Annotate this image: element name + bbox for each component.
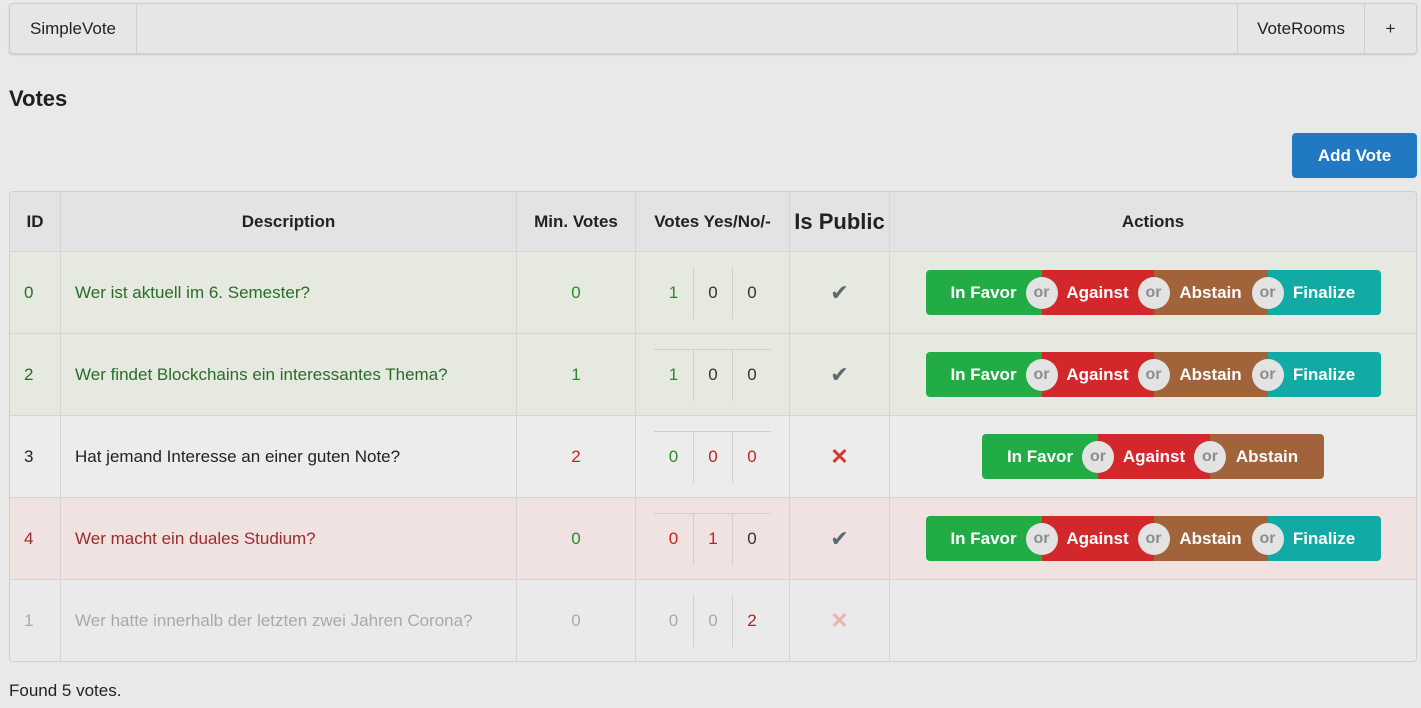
or-label: or [1194, 440, 1226, 473]
votes-abstain: 0 [732, 513, 771, 565]
header-id[interactable]: ID [10, 192, 60, 251]
row-public: ✔ [789, 252, 889, 333]
row-actions: In Favor or Against or Abstain or Finali… [889, 252, 1416, 333]
votes-no: 0 [693, 349, 732, 401]
cross-icon: ✕ [830, 443, 849, 469]
votes-yes: 0 [668, 529, 679, 548]
or-label: or [1251, 276, 1284, 309]
cross-icon: ✕ [830, 607, 849, 633]
check-icon: ✔ [830, 361, 849, 387]
table-row: 1 Wer hatte innerhalb der letzten zwei J… [10, 579, 1416, 661]
against-button[interactable]: Against [1041, 270, 1154, 315]
row-min-votes: 2 [516, 416, 635, 497]
or-label: or [1137, 522, 1170, 555]
table-header: ID Description Min. Votes Votes Yes/No/-… [10, 192, 1416, 251]
votes-table: ID Description Min. Votes Votes Yes/No/-… [9, 191, 1417, 662]
top-menu: SimpleVote VoteRooms + [9, 3, 1417, 54]
header-actions: Actions [889, 192, 1416, 251]
row-votes: 0 1 0 [635, 498, 789, 579]
row-public: ✕ [789, 416, 889, 497]
or-label: or [1137, 276, 1170, 309]
row-votes: 0 0 0 [635, 416, 789, 497]
abstain-button[interactable]: Abstain [1153, 516, 1268, 561]
voterooms-link[interactable]: VoteRooms [1237, 4, 1364, 53]
abstain-button[interactable]: Abstain [1153, 352, 1268, 397]
row-min-votes: 0 [516, 252, 635, 333]
row-public: ✔ [789, 498, 889, 579]
row-public: ✕ [789, 580, 889, 661]
votes-yes: 0 [668, 447, 679, 466]
votes-abstain: 2 [732, 594, 771, 647]
finalize-button[interactable]: Finalize [1267, 516, 1381, 561]
menu-spacer [137, 4, 1237, 53]
or-label: or [1251, 522, 1284, 555]
in-favor-button[interactable]: In Favor [925, 270, 1042, 315]
against-button[interactable]: Against [1041, 352, 1154, 397]
finalize-button[interactable]: Finalize [1267, 270, 1381, 315]
row-description: Wer findet Blockchains ein interessantes… [60, 334, 516, 415]
votes-yes: 0 [668, 610, 679, 630]
finalize-button[interactable]: Finalize [1267, 352, 1381, 397]
table-row: 2 Wer findet Blockchains ein interessant… [10, 333, 1416, 415]
row-actions [889, 580, 1416, 661]
table-row: 4 Wer macht ein duales Studium? 0 0 1 0 … [10, 497, 1416, 579]
add-vote-button[interactable]: Add Vote [1292, 133, 1417, 178]
row-public: ✔ [789, 334, 889, 415]
against-button[interactable]: Against [1041, 516, 1154, 561]
check-icon: ✔ [830, 525, 849, 551]
row-description: Wer macht ein duales Studium? [60, 498, 516, 579]
table-row: 0 Wer ist aktuell im 6. Semester? 0 1 0 … [10, 251, 1416, 333]
brand-link[interactable]: SimpleVote [10, 4, 137, 53]
in-favor-button[interactable]: In Favor [982, 434, 1098, 479]
row-min-votes: 0 [516, 580, 635, 661]
votes-no: 0 [693, 266, 732, 319]
row-votes: 1 0 0 [635, 252, 789, 333]
row-votes: 0 0 2 [635, 580, 789, 661]
in-favor-button[interactable]: In Favor [925, 352, 1042, 397]
or-label: or [1251, 358, 1284, 391]
or-label: or [1025, 276, 1058, 309]
add-room-button[interactable]: + [1364, 4, 1416, 53]
or-label: or [1137, 358, 1170, 391]
or-label: or [1025, 522, 1058, 555]
votes-no: 0 [693, 594, 732, 647]
row-votes: 1 0 0 [635, 334, 789, 415]
row-description: Wer ist aktuell im 6. Semester? [60, 252, 516, 333]
abstain-button[interactable]: Abstain [1210, 434, 1324, 479]
row-min-votes: 1 [516, 334, 635, 415]
row-id: 0 [24, 282, 34, 302]
votes-abstain: 0 [732, 349, 771, 401]
votes-abstain: 0 [732, 266, 771, 319]
result-count: Found 5 votes. [9, 681, 122, 700]
row-description: Hat jemand Interesse an einer guten Note… [60, 416, 516, 497]
header-votes[interactable]: Votes Yes/No/- [635, 192, 789, 251]
row-actions: In Favor or Against or Abstain or Finali… [889, 334, 1416, 415]
row-description: Wer hatte innerhalb der letzten zwei Jah… [60, 580, 516, 661]
page-title: Votes [9, 86, 68, 111]
check-icon: ✔ [830, 279, 849, 305]
in-favor-button[interactable]: In Favor [925, 516, 1042, 561]
votes-yes: 1 [668, 365, 679, 384]
header-description[interactable]: Description [60, 192, 516, 251]
row-min-votes: 0 [516, 498, 635, 579]
abstain-button[interactable]: Abstain [1153, 270, 1268, 315]
row-id: 1 [24, 610, 34, 630]
votes-yes: 1 [668, 282, 679, 302]
row-id: 3 [24, 446, 34, 466]
votes-no: 0 [693, 431, 732, 483]
votes-no: 1 [693, 513, 732, 565]
row-actions: In Favor or Against or Abstain [889, 416, 1416, 497]
header-min-votes[interactable]: Min. Votes [516, 192, 635, 251]
row-id: 4 [24, 528, 34, 548]
or-label: or [1082, 440, 1114, 473]
votes-abstain: 0 [732, 431, 771, 483]
table-row: 3 Hat jemand Interesse an einer guten No… [10, 415, 1416, 497]
or-label: or [1025, 358, 1058, 391]
row-id: 2 [24, 364, 34, 384]
row-actions: In Favor or Against or Abstain or Finali… [889, 498, 1416, 579]
header-is-public[interactable]: Is Public [789, 192, 889, 251]
